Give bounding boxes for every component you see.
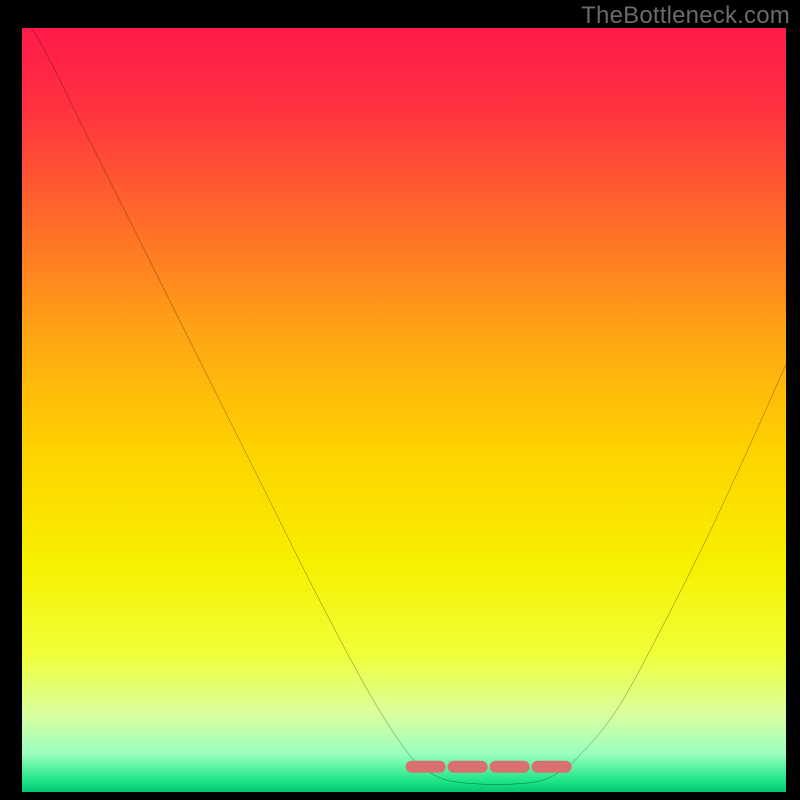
- watermark-text: TheBottleneck.com: [581, 2, 790, 30]
- series-curve: [22, 28, 786, 784]
- chart-frame: TheBottleneck.com: [0, 0, 800, 800]
- plot-area: [22, 28, 786, 794]
- curve-layer: [22, 28, 786, 792]
